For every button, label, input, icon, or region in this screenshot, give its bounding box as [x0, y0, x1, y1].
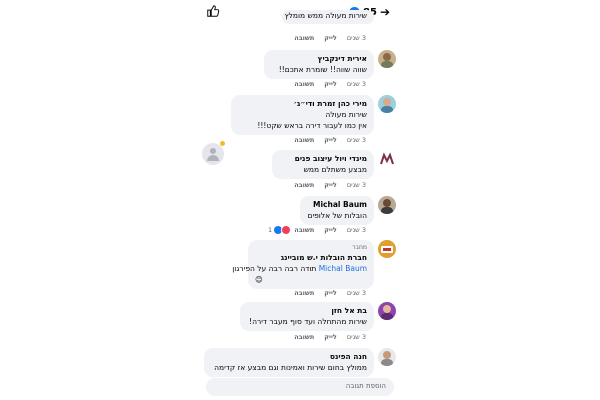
reply-button[interactable]: תשובה: [294, 34, 314, 42]
avatar[interactable]: [378, 95, 396, 113]
comment-actions: 3 שנים לייק תשובה: [294, 80, 366, 88]
like-button[interactable]: לייק: [324, 333, 337, 341]
comment-time: 3 שנים: [346, 226, 366, 234]
comments-screen: 85 ➔ שירות מעולה ממש מומלץ 3 שנים לייק ת…: [200, 0, 400, 400]
comment-bubble[interactable]: אירית דינקביץ שווה שווה!! שומרת אתכם!!: [264, 50, 374, 79]
mention-link[interactable]: Michal Baum: [319, 264, 367, 273]
comment-actions: 3 שנים לייק תשובה: [294, 181, 366, 189]
comment-time: 3 שנים: [346, 289, 366, 297]
like-button[interactable]: לייק: [324, 289, 337, 297]
reply-button[interactable]: תשובה: [294, 181, 314, 189]
comment-bubble[interactable]: מחבר חברת הובלות י.ש מוביינג Michal Baum…: [232, 240, 374, 289]
comment-time: 3 שנים: [346, 181, 366, 189]
author-badge: מחבר: [352, 244, 367, 251]
reply-button[interactable]: תשובה: [294, 289, 314, 297]
comment-time: 3 שנים: [346, 80, 366, 88]
comment-time: 3 שנים: [346, 333, 366, 341]
avatar[interactable]: [378, 302, 396, 320]
comment-author[interactable]: מינדי ויול עיצוב פנים: [279, 153, 367, 164]
comment-author[interactable]: חנה הפינס: [211, 351, 367, 362]
comment-text: Michal Baum תודה רבה רבה על הפירגון: [232, 263, 367, 274]
reply-button[interactable]: תשובה: [294, 226, 314, 234]
reply-input[interactable]: הוספת תגובה: [206, 378, 394, 396]
comment-bubble[interactable]: שירות מעולה ממש מומלץ: [282, 10, 374, 24]
comment-text: ממולץ בחום שירות ואמינות וגם מבצע אז קדי…: [214, 363, 367, 372]
like-button[interactable]: לייק: [324, 181, 337, 189]
avatar[interactable]: [378, 50, 396, 68]
comment-author[interactable]: Michal Baum: [307, 199, 367, 210]
reply-button[interactable]: תשובה: [294, 136, 314, 144]
comment-actions: 3 שנים לייק תשובה: [294, 289, 366, 297]
reply-button[interactable]: תשובה: [294, 80, 314, 88]
comment-actions: 3 שנים לייק תשובה: [294, 226, 366, 234]
comment-time: 3 שנים: [346, 136, 366, 144]
comment-text-body: תודה רבה רבה על הפירגון: [232, 264, 317, 273]
comment-author[interactable]: אירית דינקביץ: [271, 53, 367, 64]
comment-text: אין כמו לעבור דירה בראש שקט!!!: [257, 121, 367, 130]
like-button[interactable]: לייק: [324, 226, 337, 234]
profile-placeholder-icon: [202, 143, 224, 165]
comment-text: הובלות של אלופים: [307, 211, 367, 220]
comment-author[interactable]: בת אל חזן: [247, 305, 367, 316]
comment-text: מבצע משתלם ממש: [303, 165, 367, 174]
like-button[interactable]: לייק: [324, 80, 337, 88]
comment-text: שירות מהתחלה ועד סוף מעבר דירה!: [249, 317, 367, 326]
thumbs-up-icon[interactable]: [206, 4, 220, 18]
avatar[interactable]: [378, 240, 396, 258]
comment-bubble[interactable]: מירי כהן זמרת ודי״ג׳ שירות מעולה אין כמו…: [231, 95, 374, 135]
reply-button[interactable]: תשובה: [294, 333, 314, 341]
comment-author[interactable]: חברת הובלות י.ש מוביינג: [255, 252, 367, 263]
back-arrow-icon[interactable]: ➔: [380, 5, 390, 19]
emoji: 😊: [255, 275, 263, 284]
comment-actions: 3 שנים לייק תשובה: [294, 34, 366, 42]
status-dot: [220, 141, 225, 146]
comment-time: 3 שנים: [346, 34, 366, 42]
comment-text: שווה שווה!! שומרת אתכם!!: [278, 65, 367, 74]
love-reaction-icon: [281, 225, 292, 235]
avatar[interactable]: [378, 196, 396, 214]
avatar[interactable]: [378, 348, 396, 366]
comment-actions: 3 שנים לייק תשובה: [294, 136, 366, 144]
comment-text: שירות מעולה ממש מומלץ: [284, 11, 367, 20]
reply-placeholder: הוספת תגובה: [345, 382, 386, 390]
comment-text: שירות מעולה: [325, 110, 367, 119]
like-button[interactable]: לייק: [324, 34, 337, 42]
comment-actions: 3 שנים לייק תשובה: [294, 333, 366, 341]
comment-author[interactable]: מירי כהן זמרת ודי״ג׳: [238, 98, 367, 109]
comment-bubble[interactable]: בת אל חזן שירות מהתחלה ועד סוף מעבר דירה…: [240, 302, 374, 331]
reaction-summary[interactable]: 1: [268, 225, 292, 235]
like-button[interactable]: לייק: [324, 136, 337, 144]
reaction-count: 1: [268, 226, 273, 234]
comment-bubble[interactable]: מינדי ויול עיצוב פנים מבצע משתלם ממש: [272, 150, 374, 179]
avatar[interactable]: [378, 150, 396, 168]
comment-bubble[interactable]: חנה הפינס ממולץ בחום שירות ואמינות וגם מ…: [204, 348, 374, 377]
comment-bubble[interactable]: Michal Baum הובלות של אלופים: [300, 196, 374, 225]
